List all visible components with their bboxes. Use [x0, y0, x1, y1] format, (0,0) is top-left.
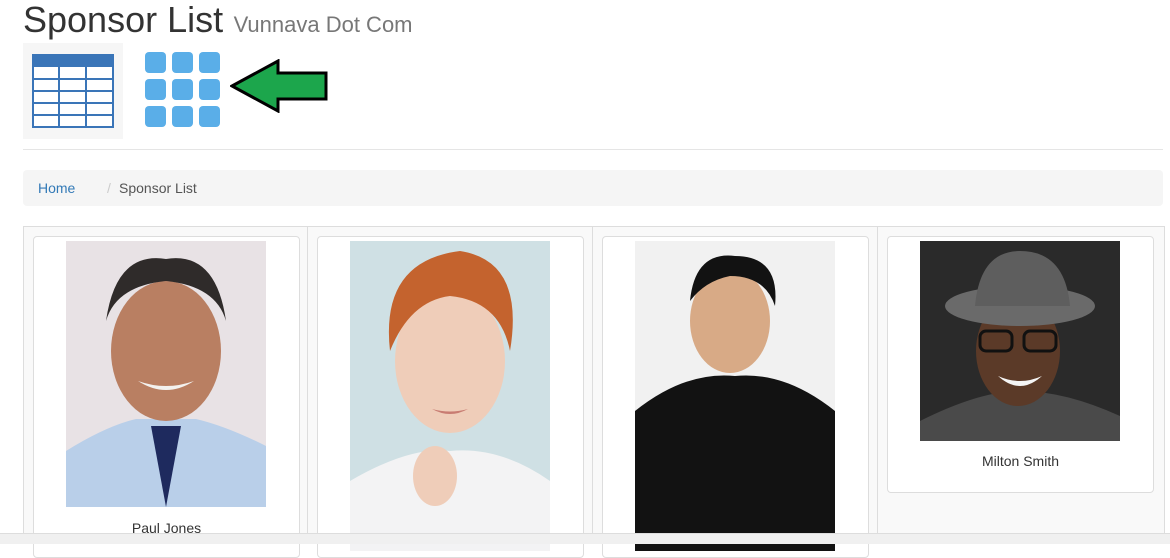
- table-view-icon: [32, 54, 114, 128]
- sponsor-photo: [920, 241, 1120, 441]
- column-divider: [307, 227, 308, 544]
- sponsor-card[interactable]: Paul Jones: [33, 236, 300, 558]
- page-title: Sponsor List: [23, 0, 224, 40]
- horizontal-scrollbar[interactable]: [0, 533, 1170, 544]
- arrow-left-icon: [230, 59, 328, 113]
- column-divider: [877, 227, 878, 544]
- sponsor-grid: Paul Jones Milton Smith: [23, 226, 1165, 558]
- breadcrumb-current: Sponsor List: [119, 180, 197, 196]
- sponsor-card[interactable]: Milton Smith: [887, 236, 1154, 493]
- grid-view-button[interactable]: [140, 48, 226, 134]
- grid-view-icon: [145, 52, 220, 127]
- sponsor-card[interactable]: [602, 236, 869, 558]
- sponsor-photo: [635, 241, 835, 551]
- sponsor-photo: [66, 241, 266, 507]
- column-divider: [592, 227, 593, 544]
- divider: [23, 149, 1163, 150]
- sponsor-card[interactable]: [317, 236, 584, 558]
- breadcrumb-home-link[interactable]: Home: [38, 170, 75, 206]
- page-subtitle: Vunnava Dot Com: [233, 12, 413, 37]
- table-view-button[interactable]: [23, 43, 123, 139]
- breadcrumb: Home / Sponsor List: [23, 170, 1163, 206]
- sponsor-photo: [350, 241, 550, 551]
- page-header: Sponsor List Vunnava Dot Com: [23, 0, 413, 40]
- breadcrumb-separator: /: [107, 180, 111, 196]
- sponsor-name: Milton Smith: [981, 453, 1060, 469]
